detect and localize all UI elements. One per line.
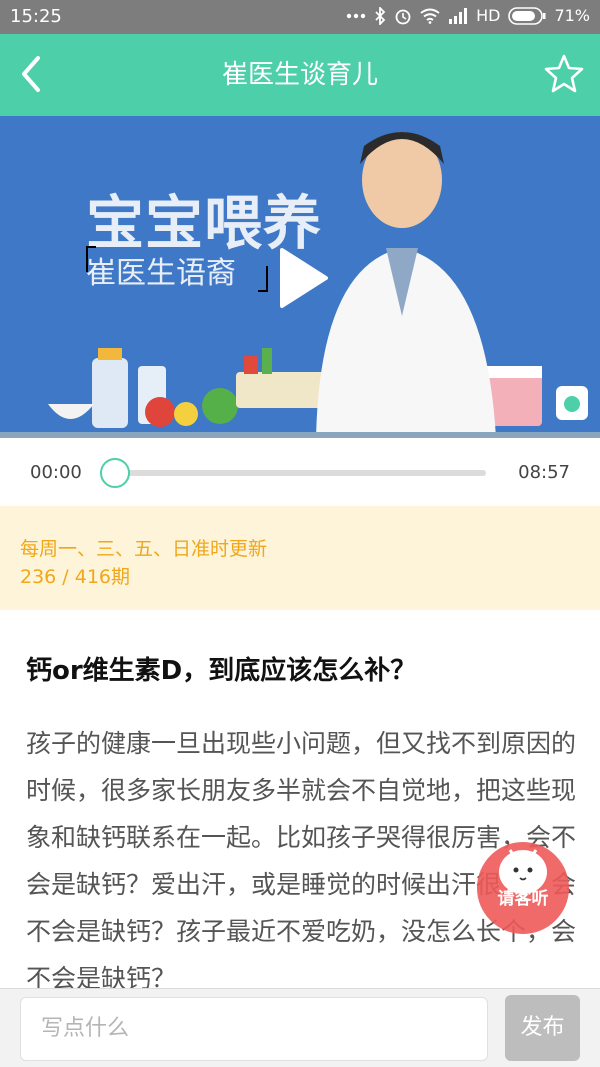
seek-thumb[interactable] [100,458,130,488]
update-schedule: 每周一、三、五、日准时更新 [20,538,268,560]
episode-count: 236 / 416期 [20,566,131,588]
bluetooth-icon [374,6,386,25]
status-icons: HD 71% [346,6,590,25]
comment-bar: 写点什么 发布 [0,988,600,1067]
status-bar: 15:25 HD 71% [0,0,600,34]
video-subline: 崔医生语裔 [86,256,236,291]
alarm-icon [394,7,412,25]
comment-input[interactable]: 写点什么 [20,997,488,1061]
total-duration: 08:57 [518,462,570,483]
status-time: 15:25 [10,6,62,27]
video-player[interactable]: 宝宝喂养 崔医生语裔 [0,116,600,438]
page-title: 崔医生谈育儿 [221,60,378,90]
bracket-right [258,266,268,292]
battery-percent: 71% [554,6,590,25]
player-controls: 00:00 08:57 [0,438,600,506]
seek-track[interactable] [114,470,486,476]
play-icon[interactable] [278,246,330,314]
current-time: 00:00 [30,462,82,483]
nav-bar: 崔医生谈育儿 [0,34,600,116]
signal-icon [448,7,468,24]
update-info: 每周一、三、五、日准时更新 236 / 416期 [0,506,600,610]
network-type: HD [476,6,501,25]
treat-listen-badge[interactable]: 请客听 [470,832,576,938]
star-icon[interactable] [542,52,586,96]
battery-icon [508,6,546,25]
more-dots-icon [346,13,366,19]
article-title: 钙or维生素D，到底应该怎么补？ [26,656,417,686]
publish-button[interactable]: 发布 [505,995,580,1061]
badge-label: 请客听 [498,888,549,909]
wifi-icon [420,8,440,24]
